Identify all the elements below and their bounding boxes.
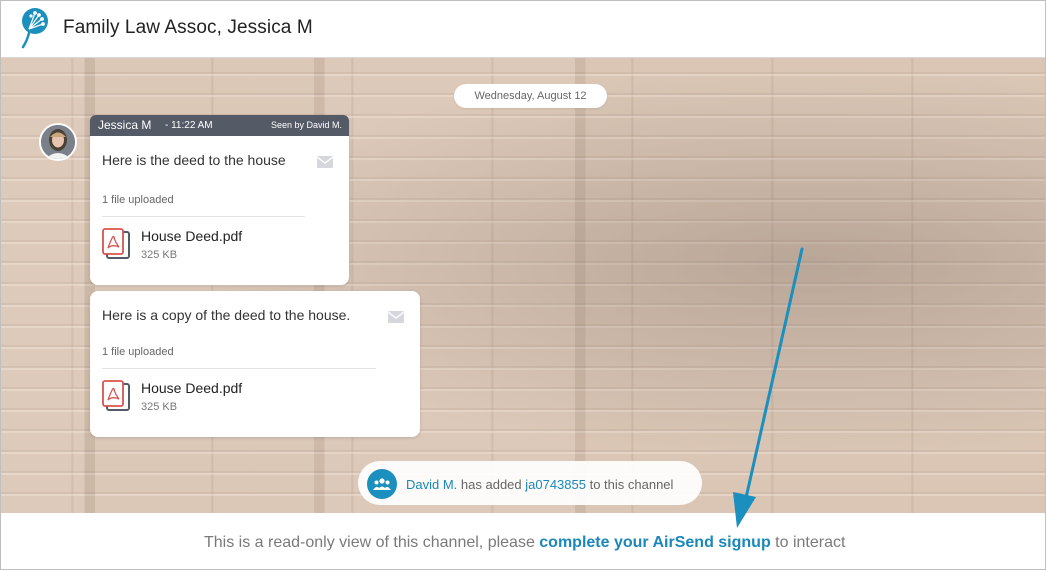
pdf-file-icon[interactable]	[102, 228, 132, 260]
airsend-logo-icon[interactable]	[19, 7, 51, 49]
file-name[interactable]: House Deed.pdf	[141, 228, 242, 244]
message-time: - 11:22 AM	[165, 120, 213, 131]
notice-actor-link[interactable]: David M.	[406, 477, 457, 492]
pdf-file-icon[interactable]	[102, 380, 132, 412]
message-bubble[interactable]: Here is a copy of the deed to the house.…	[90, 291, 420, 437]
message-header: Jessica M - 11:22 AM Seen by David M.	[90, 115, 349, 136]
message-time-value: 11:22 AM	[171, 120, 213, 131]
channel-title: Family Law Assoc, Jessica M	[63, 17, 313, 38]
message-area[interactable]: Wednesday, August 12 Jessica M - 11:22 A…	[1, 58, 1045, 513]
uploaded-count: 1 file uploaded	[102, 194, 174, 206]
notice-text: David M. has added ja0743855 to this cha…	[406, 477, 673, 492]
file-size: 325 KB	[141, 401, 178, 413]
message-text: Here is the deed to the house	[102, 152, 286, 168]
notice-end: to this channel	[585, 477, 674, 492]
notice-middle: has added	[457, 477, 526, 492]
group-icon	[367, 469, 397, 499]
divider	[102, 216, 305, 217]
user-avatar[interactable]	[39, 123, 77, 161]
envelope-icon[interactable]	[317, 156, 333, 168]
system-notice: David M. has added ja0743855 to this cha…	[358, 461, 702, 505]
date-separator: Wednesday, August 12	[454, 84, 607, 108]
uploaded-count: 1 file uploaded	[102, 346, 174, 358]
read-only-footer: This is a read-only view of this channel…	[1, 513, 1045, 569]
notice-target-link[interactable]: ja0743855	[525, 477, 586, 492]
envelope-icon[interactable]	[388, 311, 404, 323]
app-window: Family Law Assoc, Jessica M Wednesday, A…	[0, 0, 1046, 570]
read-only-notice: This is a read-only view of this channel…	[204, 534, 845, 552]
seen-by-label: Seen by David M.	[270, 120, 342, 130]
message-author[interactable]: Jessica M	[98, 118, 151, 132]
signup-link[interactable]: complete your AirSend signup	[539, 534, 770, 551]
channel-header: Family Law Assoc, Jessica M	[1, 1, 1045, 58]
footer-prefix: This is a read-only view of this channel…	[204, 534, 540, 551]
divider	[102, 368, 376, 369]
message-text: Here is a copy of the deed to the house.	[102, 307, 351, 323]
message-bubble[interactable]: Jessica M - 11:22 AM Seen by David M. He…	[90, 115, 349, 285]
file-name[interactable]: House Deed.pdf	[141, 380, 242, 396]
file-size: 325 KB	[141, 249, 178, 261]
footer-suffix: to interact	[770, 534, 846, 551]
